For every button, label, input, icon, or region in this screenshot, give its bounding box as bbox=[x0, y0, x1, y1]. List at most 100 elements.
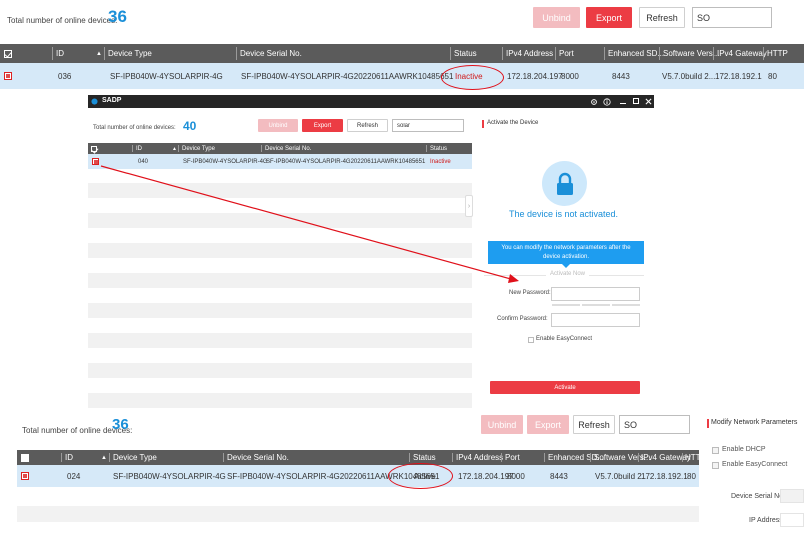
row-enhanced-sdk: 8443 bbox=[612, 71, 630, 81]
column-header-port[interactable]: Port bbox=[505, 450, 520, 465]
row-software: V5.7.0build 2... bbox=[662, 71, 716, 81]
column-header-status[interactable]: Status bbox=[430, 143, 447, 154]
table-row[interactable]: 040 SF-IPB040W-4YSOLARPIR-4G SF-IPB040W-… bbox=[88, 154, 472, 169]
search-input[interactable] bbox=[693, 8, 804, 27]
column-header-device-type[interactable]: Device Type bbox=[108, 44, 152, 63]
select-all-checkbox[interactable] bbox=[91, 145, 97, 152]
search-box bbox=[619, 415, 752, 434]
collapse-panel-handle[interactable]: › bbox=[465, 195, 473, 217]
easyconnect-label: Enable EasyConnect bbox=[722, 461, 788, 468]
easyconnect-checkbox[interactable] bbox=[528, 337, 534, 343]
sort-up-icon[interactable]: ▲ bbox=[96, 44, 102, 63]
heading-marker bbox=[707, 419, 709, 428]
table-row[interactable]: 024 SF-IPB040W-4YSOLARPIR-4G SF-IPB040W-… bbox=[17, 465, 699, 487]
unbind-button[interactable]: Unbind bbox=[533, 7, 580, 28]
export-button[interactable]: Export bbox=[302, 119, 343, 132]
sort-up-icon[interactable]: ▲ bbox=[101, 450, 107, 465]
confirm-password-input[interactable] bbox=[551, 313, 640, 327]
close-icon[interactable] bbox=[645, 98, 652, 105]
confirm-password-label: Confirm Password: bbox=[497, 316, 548, 322]
select-all-checkbox[interactable] bbox=[4, 49, 12, 58]
empty-row bbox=[88, 333, 472, 348]
empty-row bbox=[88, 273, 472, 288]
column-header-port[interactable]: Port bbox=[559, 44, 574, 63]
empty-row bbox=[88, 303, 472, 318]
refresh-button[interactable]: Refresh bbox=[573, 415, 615, 434]
row-http: 80 bbox=[768, 71, 777, 81]
row-device-type: SF-IPB040W-4YSOLARPIR-4G bbox=[113, 471, 226, 481]
new-password-input[interactable] bbox=[551, 287, 640, 301]
column-header-device-type[interactable]: Device Type bbox=[182, 143, 215, 154]
column-header-id[interactable]: ID bbox=[65, 450, 73, 465]
table-header: ID ▲ Device Type Device Serial No. Statu… bbox=[0, 44, 804, 63]
column-header-software[interactable]: Software Vers... bbox=[663, 44, 719, 63]
password-strength-bar-2 bbox=[582, 304, 610, 306]
export-button[interactable]: Export bbox=[586, 7, 632, 28]
info-banner: You can modify the network parameters af… bbox=[488, 241, 644, 264]
row-ipv4: 172.18.204.197 bbox=[458, 471, 514, 481]
table-row[interactable]: 036 SF-IPB040W-4YSOLARPIR-4G SF-IPB040W-… bbox=[0, 63, 804, 89]
lock-icon bbox=[556, 172, 573, 195]
online-devices-label: Total number of online devices: bbox=[7, 16, 118, 25]
row-gateway: 172.18.192.1 bbox=[641, 471, 688, 481]
row-http: 80 bbox=[687, 471, 696, 481]
empty-row bbox=[88, 243, 472, 258]
column-header-status[interactable]: Status bbox=[454, 44, 477, 63]
row-checkbox[interactable] bbox=[92, 158, 99, 165]
table-header: ID ▲ Device Type Device Serial No. Statu… bbox=[17, 450, 706, 465]
column-header-ipv4[interactable]: IPv4 Address bbox=[506, 44, 553, 63]
column-header-gateway[interactable]: IPv4 Gateway bbox=[641, 450, 691, 465]
info-icon[interactable] bbox=[603, 98, 611, 106]
online-devices-count: 40 bbox=[183, 119, 197, 133]
ip-address-input[interactable] bbox=[780, 513, 804, 527]
modify-heading: Modify Network Parameters bbox=[711, 419, 798, 426]
row-status: Inactive bbox=[430, 158, 451, 165]
empty-row bbox=[88, 393, 472, 408]
search-input[interactable] bbox=[393, 120, 475, 131]
column-header-id[interactable]: ID bbox=[136, 143, 142, 154]
activate-button[interactable]: Activate bbox=[490, 381, 640, 394]
refresh-button[interactable]: Refresh bbox=[639, 7, 685, 28]
online-devices-label: Total number of online devices: bbox=[93, 125, 176, 131]
column-header-serial[interactable]: Device Serial No. bbox=[227, 450, 289, 465]
unbind-button[interactable]: Unbind bbox=[258, 119, 298, 132]
export-button[interactable]: Export bbox=[527, 415, 569, 434]
lock-badge bbox=[542, 161, 587, 206]
unbind-button[interactable]: Unbind bbox=[481, 415, 523, 434]
table-header: ID ▲ Device Type Device Serial No. Statu… bbox=[88, 143, 472, 154]
column-header-serial[interactable]: Device Serial No. bbox=[265, 143, 311, 154]
easyconnect-checkbox[interactable] bbox=[712, 462, 719, 469]
column-header-gateway[interactable]: IPv4 Gateway bbox=[717, 44, 767, 63]
serial-field[interactable] bbox=[780, 489, 804, 503]
row-device-type: SF-IPB040W-4YSOLARPIR-4G bbox=[183, 158, 268, 165]
sadp-logo-icon bbox=[91, 98, 98, 105]
column-header-enhanced-sdk[interactable]: Enhanced SD... bbox=[608, 44, 664, 63]
row-checkbox[interactable] bbox=[4, 72, 12, 80]
column-header-serial[interactable]: Device Serial No. bbox=[240, 44, 302, 63]
select-all-checkbox[interactable] bbox=[21, 453, 29, 462]
row-serial: SF-IPB040W-4YSOLARPIR-4G20220611AAWRK104… bbox=[241, 71, 454, 81]
sort-up-icon[interactable]: ▲ bbox=[172, 143, 177, 154]
row-id: 024 bbox=[67, 471, 81, 481]
minimize-icon[interactable] bbox=[620, 103, 626, 104]
column-header-id[interactable]: ID bbox=[56, 44, 64, 63]
new-password-label: New Password: bbox=[509, 290, 551, 296]
gear-icon[interactable] bbox=[590, 98, 598, 106]
row-checkbox[interactable] bbox=[21, 472, 29, 480]
sadp-titlebar: SADP bbox=[88, 95, 654, 108]
bottom-device-list-panel: Total number of online devices: 36 Unbin… bbox=[0, 411, 804, 538]
maximize-icon[interactable] bbox=[633, 98, 639, 104]
online-devices-count: 36 bbox=[108, 7, 127, 26]
column-header-ipv4[interactable]: IPv4 Address bbox=[456, 450, 503, 465]
app-title: SADP bbox=[102, 97, 122, 104]
column-header-http[interactable]: HTTP bbox=[767, 44, 788, 63]
dhcp-checkbox[interactable] bbox=[712, 447, 719, 454]
easyconnect-label: Enable EasyConnect bbox=[536, 336, 593, 342]
search-box bbox=[392, 119, 483, 132]
activate-now-label: Activate Now bbox=[546, 271, 590, 277]
column-header-device-type[interactable]: Device Type bbox=[113, 450, 157, 465]
refresh-button[interactable]: Refresh bbox=[347, 119, 388, 132]
heading-marker bbox=[482, 120, 484, 128]
empty-row bbox=[17, 506, 699, 522]
activate-heading: Activate the Device bbox=[487, 120, 539, 126]
